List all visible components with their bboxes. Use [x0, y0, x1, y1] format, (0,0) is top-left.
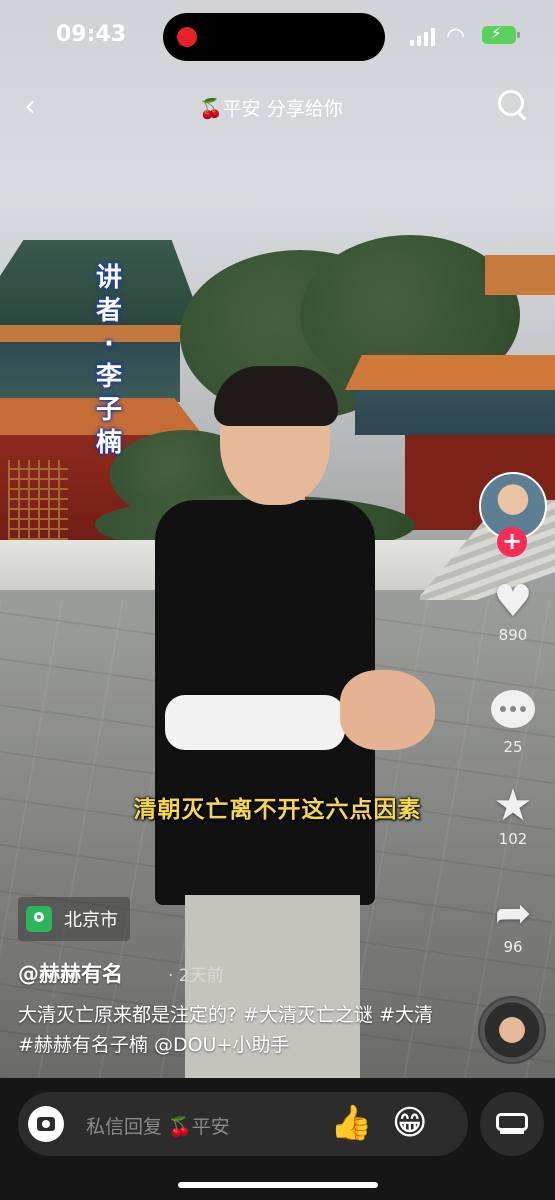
- location-pin-icon: [26, 906, 52, 932]
- post-time: · 2天前: [168, 966, 224, 986]
- search-icon[interactable]: [498, 90, 530, 122]
- shared-by-label[interactable]: 🍒平安 分享给你: [199, 94, 343, 121]
- status-bar: 09:43 ◠ ⚡: [0, 0, 555, 72]
- status-time: 09:43: [56, 22, 127, 47]
- author-name[interactable]: @赫赫有名: [18, 958, 123, 988]
- follow-button[interactable]: +: [497, 527, 527, 557]
- camera-icon[interactable]: [28, 1106, 64, 1142]
- back-icon[interactable]: ‹: [24, 92, 48, 122]
- wifi-icon: ◠: [446, 24, 466, 49]
- location-tag[interactable]: 北京市: [18, 897, 130, 941]
- comment-button[interactable]: 25: [476, 684, 550, 756]
- share-button[interactable]: ➦ 96: [476, 888, 550, 957]
- recording-indicator-icon: [177, 27, 197, 47]
- video-subtitle: 清朝灭亡离不开这六点因素: [133, 797, 422, 823]
- favorite-button[interactable]: ★ 102: [476, 780, 550, 849]
- home-indicator[interactable]: [178, 1182, 378, 1188]
- heart-icon: ♥: [493, 576, 533, 627]
- share-arrow-icon: ➦: [494, 888, 532, 939]
- sofa-icon[interactable]: [480, 1092, 544, 1156]
- star-icon: ★: [493, 780, 533, 831]
- grin-emoji-button[interactable]: 😁: [392, 1103, 427, 1143]
- speaker-caption-vertical: 讲 者 · 李 子 楠: [95, 263, 122, 458]
- video-description[interactable]: 大清灭亡原来都是注定的? #大清灭亡之谜 #大清 #赫赫有名子楠 @DOU+小助…: [18, 1000, 438, 1060]
- battery-charging-icon: ⚡: [482, 24, 520, 44]
- thumbs-up-emoji-button[interactable]: 👍: [330, 1103, 372, 1143]
- like-button[interactable]: ♥ 890: [476, 576, 550, 645]
- share-count: 96: [503, 938, 523, 956]
- music-disc-icon[interactable]: [478, 996, 546, 1064]
- comment-count: 25: [503, 738, 523, 756]
- dynamic-island: [163, 13, 385, 61]
- location-label: 北京市: [64, 910, 118, 931]
- cellular-signal-icon: [410, 28, 438, 46]
- reply-placeholder[interactable]: 私信回复 🍒平安: [86, 1112, 230, 1139]
- like-count: 890: [498, 626, 528, 644]
- comment-bubble-icon: [476, 684, 550, 732]
- favorite-count: 102: [498, 830, 528, 848]
